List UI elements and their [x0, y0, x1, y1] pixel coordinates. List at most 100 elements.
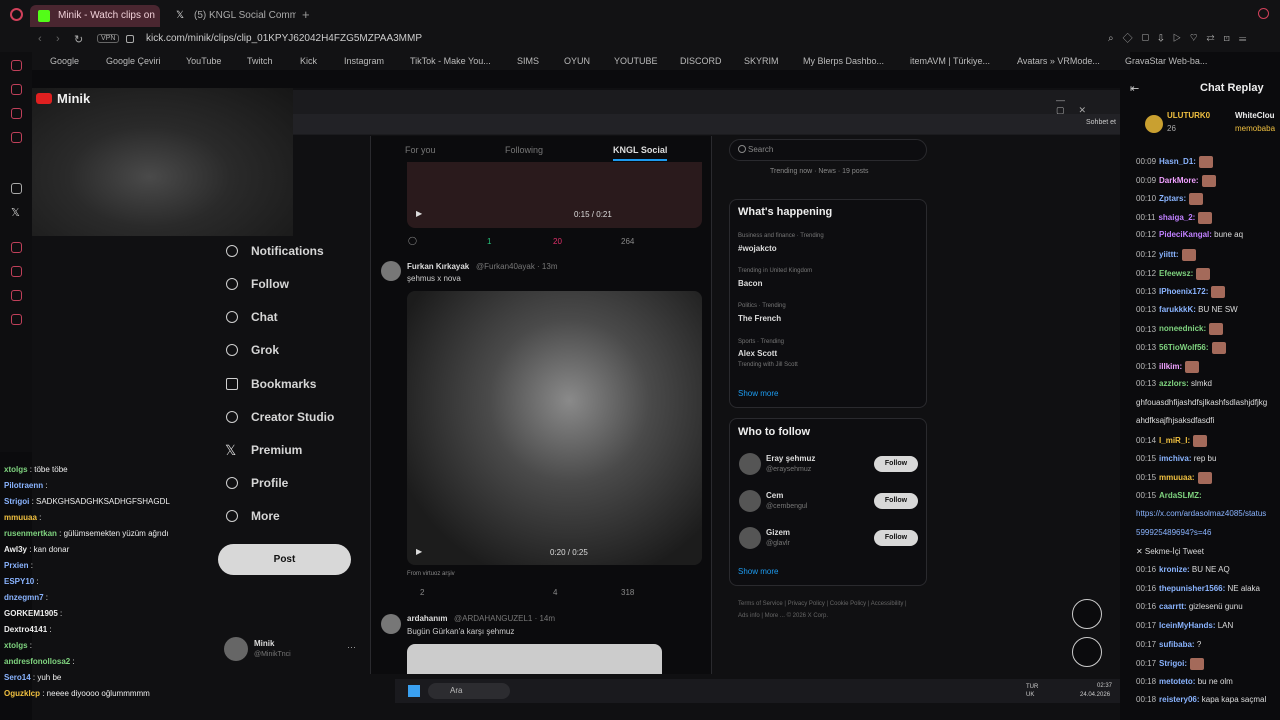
tab-x[interactable]: 𝕏 (5) KNGL Social Commun: [166, 5, 296, 27]
chat-username[interactable]: azzlors:: [1159, 379, 1189, 388]
chat-username[interactable]: Zptars:: [1159, 194, 1186, 203]
whatsapp-icon[interactable]: [11, 108, 22, 119]
suggestion-avatar[interactable]: [739, 527, 761, 549]
bookmark-sims[interactable]: SIMS: [517, 56, 539, 66]
tweet-author[interactable]: Furkan Kırkayak: [407, 262, 469, 271]
top-video[interactable]: [407, 162, 702, 228]
nav-creator-studio[interactable]: Creator Studio: [251, 410, 334, 424]
history-icon[interactable]: [11, 84, 22, 95]
clock-icon[interactable]: [11, 266, 22, 277]
top-retweets[interactable]: 1: [487, 237, 491, 246]
chat-username[interactable]: thepunisher1566:: [1159, 584, 1225, 593]
account-menu-icon[interactable]: ···: [347, 642, 356, 652]
play-icon[interactable]: ▶: [416, 209, 422, 218]
bookmark-gravastar[interactable]: GravaStar Web-ba...: [1125, 56, 1207, 66]
trend-title[interactable]: Alex Scott: [738, 349, 777, 358]
follow-button[interactable]: Follow: [874, 530, 918, 546]
follow-button[interactable]: Follow: [874, 493, 918, 509]
chat-username[interactable]: yiittt:: [1159, 250, 1179, 259]
suggestion-name[interactable]: Cem: [766, 491, 783, 500]
chat-username[interactable]: noneednick:: [1159, 325, 1206, 334]
top-views[interactable]: 264: [621, 237, 634, 246]
nav-follow[interactable]: Follow: [251, 277, 289, 291]
chat-username[interactable]: Strigoi:: [1159, 659, 1187, 668]
nav-grok[interactable]: Grok: [251, 343, 279, 357]
url-field[interactable]: kick.com/minik/clips/clip_01KPYJ62042H4F…: [146, 33, 422, 44]
back-icon[interactable]: ‹: [38, 33, 42, 45]
bookmark-kick[interactable]: Kick: [300, 56, 317, 66]
taskbar-lang[interactable]: TUR UK: [1026, 683, 1040, 699]
forward-icon[interactable]: ›: [56, 33, 60, 45]
tweet-likes[interactable]: 4: [553, 588, 557, 597]
search-tabs-icon[interactable]: [1258, 8, 1269, 19]
extensions-icon[interactable]: [11, 290, 22, 301]
account-avatar[interactable]: [224, 637, 248, 661]
tab-following[interactable]: Following: [505, 145, 543, 155]
bookmark-twitch[interactable]: Twitch: [247, 56, 273, 66]
bookmark-youtube-folder[interactable]: YOUTUBE: [614, 56, 658, 66]
window-controls[interactable]: —▢✕: [1056, 95, 1120, 116]
bookmark-discord[interactable]: DISCORD: [680, 56, 722, 66]
chat-username[interactable]: Efeewsz:: [1159, 269, 1193, 278]
suggestion-name[interactable]: Gizem: [766, 528, 790, 537]
bookmark-itemavm[interactable]: itemAVM | Türkiye...: [910, 56, 990, 66]
vpn-badge[interactable]: VPN: [97, 34, 120, 43]
windows-start-icon[interactable]: [408, 685, 420, 697]
suggestion-name[interactable]: Eray şehmuz: [766, 454, 815, 463]
pinboard-icon[interactable]: [11, 132, 22, 143]
chat-username[interactable]: kronize:: [1159, 565, 1190, 574]
trend-title[interactable]: Bacon: [738, 279, 762, 288]
bookmark-translate[interactable]: Google Çeviri: [106, 56, 161, 66]
bookmark-youtube[interactable]: YouTube: [186, 56, 221, 66]
bookmark-google[interactable]: Google: [50, 56, 79, 66]
chat-username[interactable]: Hasn_D1:: [1159, 157, 1196, 166]
messages-floating-icon[interactable]: [1072, 637, 1102, 667]
bookmark-tiktok[interactable]: TikTok - Make You...: [410, 56, 491, 66]
chat-username[interactable]: sufibaba:: [1159, 640, 1195, 649]
chat-username[interactable]: IPhoenix172:: [1159, 287, 1208, 296]
pinned-user[interactable]: WhiteClou: [1235, 111, 1275, 120]
show-more-link[interactable]: Show more: [738, 389, 778, 398]
chat-collapse-icon[interactable]: ⇤: [1130, 82, 1139, 95]
reply-icon[interactable]: ◯: [408, 236, 417, 245]
trending-now[interactable]: Trending now · News · 19 posts: [770, 168, 869, 175]
chat-username[interactable]: illkim:: [1159, 362, 1182, 371]
player-icon[interactable]: [11, 242, 22, 253]
suggestion-avatar[interactable]: [739, 490, 761, 512]
chat-username[interactable]: imchiva:: [1159, 454, 1191, 463]
bookmark-oyun[interactable]: OYUN: [564, 56, 590, 66]
follow-button[interactable]: Follow: [874, 456, 918, 472]
trend-title[interactable]: The French: [738, 314, 781, 323]
top-likes[interactable]: 20: [553, 237, 562, 246]
opera-logo-icon[interactable]: [10, 8, 23, 21]
taskbar-time[interactable]: 02:37: [1097, 683, 1112, 689]
chat-username[interactable]: I_miR_I:: [1159, 436, 1190, 445]
grok-floating-icon[interactable]: [1072, 599, 1102, 629]
chat-username[interactable]: ArdaSLMZ:: [1159, 491, 1202, 500]
chat-username[interactable]: farukkkK:: [1159, 305, 1196, 314]
post-button[interactable]: Post: [218, 544, 351, 575]
nav-bookmarks[interactable]: Bookmarks: [251, 377, 316, 391]
tweet-avatar[interactable]: [381, 614, 401, 634]
bookmark-skyrim[interactable]: SKYRIM: [744, 56, 779, 66]
bookmark-vrmodels[interactable]: Avatars » VRMode...: [1017, 56, 1100, 66]
nav-notifications[interactable]: Notifications: [251, 244, 324, 258]
chat-username[interactable]: 56TioWolf56:: [1159, 343, 1209, 352]
bookmark-instagram[interactable]: Instagram: [344, 56, 384, 66]
chat-username[interactable]: caarrtt:: [1159, 602, 1187, 611]
tab-kngl-social[interactable]: KNGL Social: [613, 145, 668, 161]
show-more-link[interactable]: Show more: [738, 567, 778, 576]
chat-username[interactable]: DarkMore:: [1159, 176, 1199, 185]
trend-title[interactable]: #wojakcto: [738, 244, 777, 253]
x-footer[interactable]: Terms of Service | Privacy Policy | Cook…: [738, 598, 918, 622]
tweet-avatar[interactable]: [381, 261, 401, 281]
tab-kick[interactable]: Minik - Watch clips on: [30, 5, 160, 27]
chat-username[interactable]: reistery06:: [1159, 695, 1199, 704]
chat-username[interactable]: mmuuaa:: [1159, 473, 1195, 482]
sohbet-button[interactable]: Sohbet et: [1086, 119, 1116, 126]
reload-icon[interactable]: ↻: [74, 33, 83, 46]
tweet-replies[interactable]: 2: [420, 588, 424, 597]
settings-icon[interactable]: [11, 314, 22, 325]
x-sidebar-icon[interactable]: 𝕏: [11, 206, 20, 219]
messenger-icon[interactable]: [11, 60, 22, 71]
